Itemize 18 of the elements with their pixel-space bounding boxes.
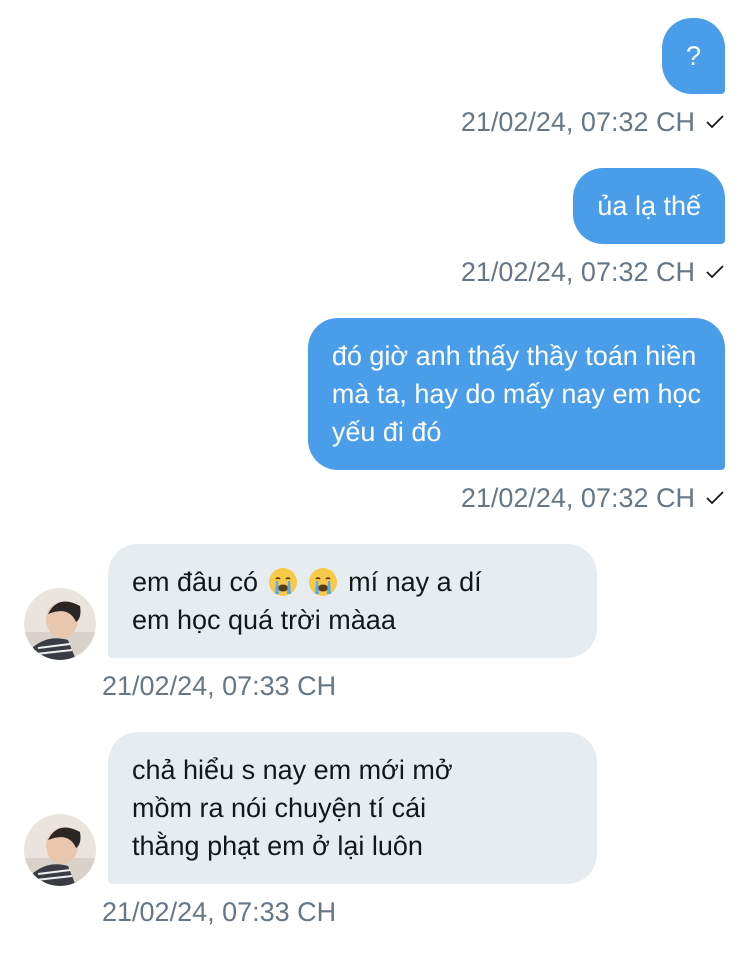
message-text: mà ta, hay do mấy nay em học <box>332 378 701 411</box>
timestamp: 21/02/24, 07:32 CH <box>460 256 695 289</box>
message-text: đó giờ anh thấy thầy toán hiền <box>332 340 696 373</box>
timestamp: 21/02/24, 07:32 CH <box>460 106 695 139</box>
message-text: em học quá trời màaa <box>132 604 396 637</box>
message-text: em đâu có <box>132 566 258 599</box>
message-text: ủa lạ thế <box>597 190 701 223</box>
message-text: mí nay a dí <box>348 566 482 599</box>
message-text: chả hiểu s nay em mới mở <box>132 754 453 787</box>
timestamp: 21/02/24, 07:33 CH <box>102 670 336 703</box>
timestamp: 21/02/24, 07:32 CH <box>460 482 695 515</box>
timestamp: 21/02/24, 07:33 CH <box>102 896 336 929</box>
message-text: thằng phạt em ở lại luôn <box>132 830 423 863</box>
crying-face-icon <box>308 567 338 597</box>
crying-face-icon <box>268 567 298 597</box>
message-text: mồm ra nói chuyện tí cái <box>132 792 426 825</box>
message-text: ? <box>686 40 701 73</box>
message-text: yếu đi đó <box>332 416 442 449</box>
